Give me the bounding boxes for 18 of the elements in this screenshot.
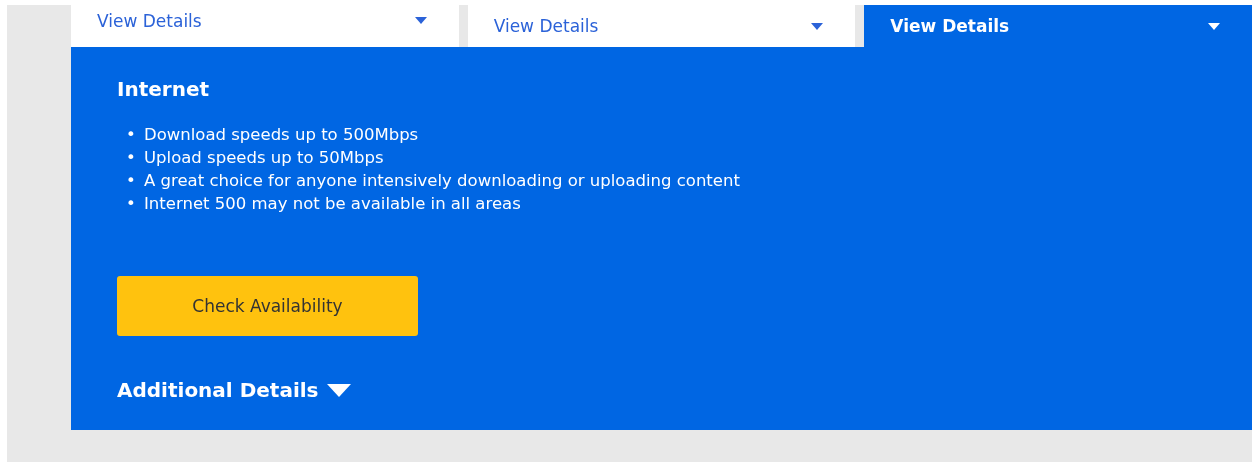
check-availability-button[interactable]: Check Availability xyxy=(117,276,418,336)
caret-icon xyxy=(326,383,351,397)
bullet: • xyxy=(126,147,134,169)
caret-icon xyxy=(1208,22,1220,30)
caret-icon xyxy=(811,22,824,30)
caret-icon xyxy=(414,17,427,24)
feature-item: A great choice for anyone intensively downloading or uploading content xyxy=(144,170,740,192)
bullet: • xyxy=(126,124,134,146)
feature-item: Download speeds up to 500Mbps xyxy=(144,124,419,146)
bullet: • xyxy=(126,193,134,215)
view-details-tab[interactable]: View Details xyxy=(71,5,459,47)
bullet: • xyxy=(126,170,134,192)
additional-details-toggle[interactable]: Additional Details xyxy=(117,378,351,402)
view-details-tab[interactable]: View Details xyxy=(467,5,856,47)
view-details-tab[interactable]: View Details xyxy=(864,5,1252,47)
section-title: Internet xyxy=(117,77,210,101)
feature-item: Upload speeds up to 50Mbps xyxy=(144,147,384,169)
feature-item: Internet 500 may not be available in all areas xyxy=(144,193,521,215)
